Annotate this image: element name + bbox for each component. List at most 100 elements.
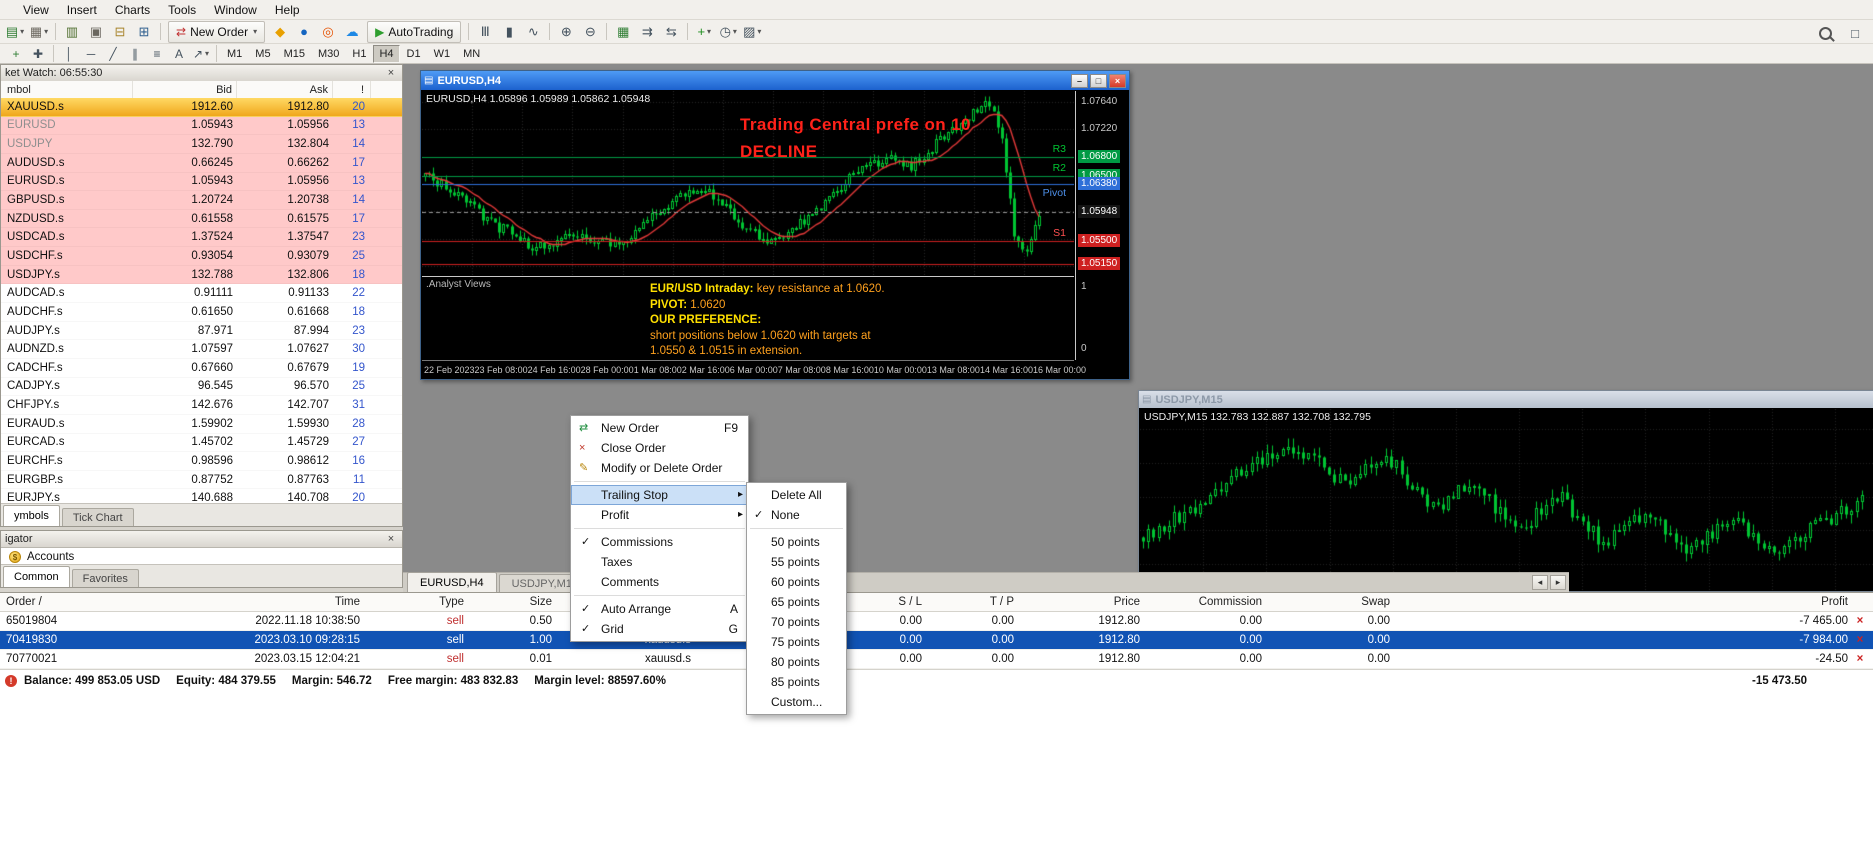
column-header-price[interactable]: Price <box>1036 593 1140 611</box>
menu-charts[interactable]: Charts <box>106 1 159 19</box>
metaeditor-icon[interactable]: ◆ <box>268 21 292 43</box>
market-watch-row-gbpusd-s[interactable]: GBPUSD.s1.207241.2073814 <box>1 191 402 210</box>
market-watch-row-eurusd-s[interactable]: EURUSD.s1.059431.0595613 <box>1 173 402 192</box>
context-menu-item-commissions[interactable]: ✓Commissions <box>571 532 748 552</box>
market-watch-row-usdjpy-s[interactable]: USDJPY.s132.788132.80618 <box>1 266 402 285</box>
context-menu-item-close-order[interactable]: ×Close Order <box>571 438 748 458</box>
context-menu-item-modify-or-delete-order[interactable]: ✎Modify or Delete Order <box>571 458 748 478</box>
market-watch-row-audcad-s[interactable]: AUDCAD.s0.911110.9113322 <box>1 284 402 303</box>
market-watch-titlebar[interactable]: ket Watch: 06:55:30 × <box>1 65 402 82</box>
order-row-70770021[interactable]: 707700212023.03.15 12:04:21sell0.01xauus… <box>0 650 1873 669</box>
timeframe-h1[interactable]: H1 <box>346 45 372 63</box>
trailing-option-60-points[interactable]: 60 points <box>747 572 846 592</box>
column-header-time[interactable]: Time <box>210 593 360 611</box>
market-watch-icon[interactable]: ▥ <box>60 21 84 43</box>
market-icon[interactable]: ◎ <box>316 21 340 43</box>
order-row-65019804[interactable]: 650198042022.11.18 10:38:50sell0.500.000… <box>0 612 1873 631</box>
market-watch-column-bid[interactable]: Bid <box>133 81 237 98</box>
arrows-icon[interactable]: ↗▾ <box>190 44 212 63</box>
market-watch-row-usdcad-s[interactable]: USDCAD.s1.375241.3754723 <box>1 228 402 247</box>
tab-ymbols[interactable]: ymbols <box>3 505 60 526</box>
timeframe-m5[interactable]: M5 <box>249 45 276 63</box>
navigator-titlebar[interactable]: igator × <box>1 531 402 548</box>
mql5-community-icon[interactable]: ● <box>292 21 316 43</box>
market-watch-row-nzdusd-s[interactable]: NZDUSD.s0.615580.6157517 <box>1 210 402 229</box>
context-menu-item-profit[interactable]: Profit▸ <box>571 505 748 525</box>
virtual-hosting-icon[interactable]: ☁ <box>340 21 364 43</box>
terminal-icon[interactable]: ⊞ <box>132 21 156 43</box>
profiles-icon[interactable]: ▦▾ <box>27 21 51 43</box>
indicators-icon[interactable]: +▾ <box>692 21 716 43</box>
market-watch-row-eurcad-s[interactable]: EURCAD.s1.457021.4572927 <box>1 434 402 453</box>
column-header-order[interactable]: Order / <box>6 593 136 611</box>
timeframe-h4[interactable]: H4 <box>373 45 399 63</box>
data-window-icon[interactable]: ▣ <box>84 21 108 43</box>
layout-panels-icon[interactable]: □ <box>1843 22 1867 44</box>
tab-tick-chart[interactable]: Tick Chart <box>62 508 134 526</box>
close-icon[interactable]: × <box>384 533 398 545</box>
context-menu-item-new-order[interactable]: ⇄New OrderF9 <box>571 418 748 438</box>
timeframe-m1[interactable]: M1 <box>221 45 248 63</box>
timeframe-m30[interactable]: M30 <box>312 45 345 63</box>
chart-tab-eurusd-h4[interactable]: EURUSD,H4 <box>407 572 497 592</box>
zoom-in-icon[interactable]: ⊕ <box>554 21 578 43</box>
search-icon[interactable] <box>1813 22 1837 44</box>
trailing-option-custom[interactable]: Custom... <box>747 692 846 712</box>
trailing-option-65-points[interactable]: 65 points <box>747 592 846 612</box>
cursor-icon[interactable]: + <box>5 44 27 63</box>
fibonacci-icon[interactable]: ≡ <box>146 44 168 63</box>
menu-view[interactable]: View <box>14 1 58 19</box>
market-watch-column-item[interactable]: ! <box>333 81 371 98</box>
context-menu-item-taxes[interactable]: Taxes <box>571 552 748 572</box>
market-watch-column-ask[interactable]: Ask <box>237 81 333 98</box>
minimize-button[interactable]: – <box>1071 74 1088 88</box>
menu-insert[interactable]: Insert <box>58 1 106 19</box>
market-watch-row-eurgbp-s[interactable]: EURGBP.s0.877520.8776311 <box>1 471 402 490</box>
context-menu-item-comments[interactable]: Comments <box>571 572 748 592</box>
chart-shift-icon[interactable]: ⇆ <box>659 21 683 43</box>
periods-icon[interactable]: ◷▾ <box>716 21 740 43</box>
trailing-option-55-points[interactable]: 55 points <box>747 552 846 572</box>
timeframe-mn[interactable]: MN <box>457 45 486 63</box>
trailing-option-80-points[interactable]: 80 points <box>747 652 846 672</box>
column-header-commission[interactable]: Commission <box>1156 593 1262 611</box>
text-icon[interactable]: A <box>168 44 190 63</box>
usdjpy-candlestick-chart[interactable] <box>1140 409 1873 591</box>
market-watch-row-usdchf-s[interactable]: USDCHF.s0.930540.9307925 <box>1 247 402 266</box>
market-watch-row-eurchf-s[interactable]: EURCHF.s0.985960.9861216 <box>1 452 402 471</box>
close-order-icon[interactable]: × <box>1852 650 1868 668</box>
new-chart-icon[interactable]: ▤▾ <box>3 21 27 43</box>
market-watch-row-audchf-s[interactable]: AUDCHF.s0.616500.6166818 <box>1 303 402 322</box>
market-watch-row-euraud-s[interactable]: EURAUD.s1.599021.5993028 <box>1 415 402 434</box>
close-order-icon[interactable]: × <box>1852 612 1868 630</box>
trailing-option-none[interactable]: ✓None <box>747 505 846 525</box>
autotrading-button[interactable]: ▶AutoTrading <box>367 21 461 43</box>
price-scale[interactable]: 1.076401.072201.068001.065001.063801.059… <box>1075 91 1128 360</box>
column-header-t-p[interactable]: T / P <box>926 593 1014 611</box>
navigator-icon[interactable]: ⊟ <box>108 21 132 43</box>
market-watch-row-audjpy-s[interactable]: AUDJPY.s87.97187.99423 <box>1 322 402 341</box>
market-watch-row-audusd-s[interactable]: AUDUSD.s0.662450.6626217 <box>1 154 402 173</box>
market-watch-row-cadchf-s[interactable]: CADCHF.s0.676600.6767919 <box>1 359 402 378</box>
market-watch-row-usdjpy[interactable]: USDJPY132.790132.80414 <box>1 135 402 154</box>
context-menu-item-grid[interactable]: ✓GridG <box>571 619 748 639</box>
timeframe-w1[interactable]: W1 <box>428 45 457 63</box>
context-menu-item-auto-arrange[interactable]: ✓Auto ArrangeA <box>571 599 748 619</box>
market-watch-row-audnzd-s[interactable]: AUDNZD.s1.075971.0762730 <box>1 340 402 359</box>
equidistant-channel-icon[interactable]: ∥ <box>124 44 146 63</box>
bar-chart-icon[interactable]: Ⅲ <box>473 21 497 43</box>
vertical-line-icon[interactable]: │ <box>58 44 80 63</box>
menu-window[interactable]: Window <box>205 1 266 19</box>
eurusd-window-titlebar[interactable]: ▤ EURUSD,H4 –□× <box>421 71 1129 90</box>
close-icon[interactable]: × <box>384 67 398 79</box>
trailing-option-75-points[interactable]: 75 points <box>747 632 846 652</box>
scroll-right-icon[interactable]: ▸ <box>1550 575 1566 590</box>
auto-scroll-icon[interactable]: ⇉ <box>635 21 659 43</box>
usdjpy-window-titlebar[interactable]: ▤ USDJPY,M15 <box>1139 391 1873 408</box>
new-order-button[interactable]: ⇄New Order▾ <box>168 21 265 43</box>
menu-help[interactable]: Help <box>266 1 309 19</box>
trailing-option-50-points[interactable]: 50 points <box>747 532 846 552</box>
crosshair-icon[interactable]: ✚ <box>27 44 49 63</box>
scroll-left-icon[interactable]: ◂ <box>1532 575 1548 590</box>
tab-common[interactable]: Common <box>3 566 70 587</box>
